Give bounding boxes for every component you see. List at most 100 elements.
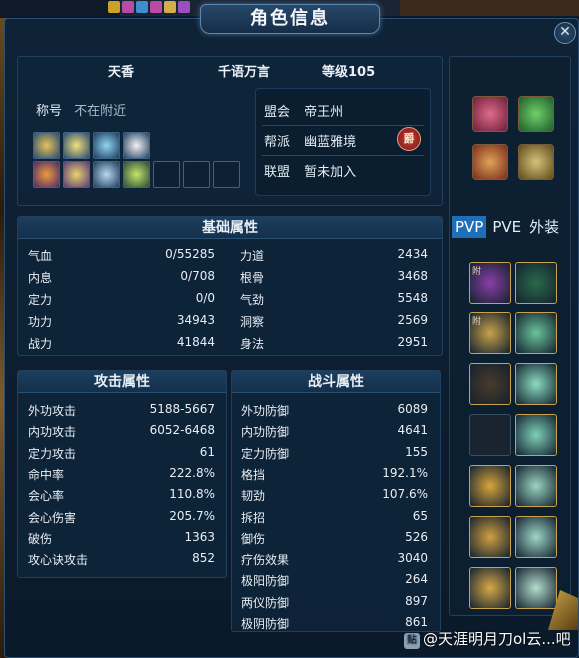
stat-label: 极阴防御 xyxy=(241,617,290,631)
status-icons xyxy=(108,1,190,13)
window-title: 角色信息 xyxy=(200,4,380,34)
stat-value: 5188-5667 xyxy=(149,402,215,416)
stat-value: 2951 xyxy=(397,335,428,349)
leaf-buff-icon[interactable] xyxy=(123,161,150,188)
equipment-slot[interactable]: 附 xyxy=(469,262,511,304)
book-icon[interactable] xyxy=(472,96,508,132)
equipment-slot[interactable] xyxy=(515,465,557,507)
stat-label: 身法 xyxy=(240,337,265,351)
alliance-row: 盟会 帝王州 xyxy=(264,101,343,120)
equipment-slot[interactable] xyxy=(469,516,511,558)
stat-value: 61 xyxy=(199,444,215,459)
buff-grid xyxy=(33,132,241,188)
stat-label: 功力 xyxy=(28,315,53,329)
stat-value: 0/0 xyxy=(195,291,215,305)
equipment-slot[interactable] xyxy=(469,567,511,609)
combat-attributes-header: 战斗属性 xyxy=(232,371,440,393)
lotus-buff-icon[interactable] xyxy=(63,161,90,188)
star-buff-icon[interactable] xyxy=(63,132,90,159)
stat-value: 2434 xyxy=(397,247,428,261)
stat-value: 155 xyxy=(405,444,428,459)
status-icon xyxy=(122,1,134,13)
stat-label: 韧劲 xyxy=(241,489,266,504)
stat-value: 110.8% xyxy=(169,487,215,502)
equipment-slot[interactable] xyxy=(515,312,557,354)
stat-value: 0/55285 xyxy=(165,247,215,261)
title-value[interactable]: 不在附近 xyxy=(74,104,126,119)
equipment-tabs: PVP PVE 外装 xyxy=(452,216,561,238)
character-title: 千语万言 xyxy=(218,65,271,80)
stat-value: 897 xyxy=(405,593,428,608)
stat-value: 3040 xyxy=(397,551,428,566)
stat-value: 107.6% xyxy=(382,487,428,502)
equipment-slot[interactable] xyxy=(515,516,557,558)
stat-label: 两仪防御 xyxy=(241,595,290,610)
scroll-icon[interactable] xyxy=(518,144,554,180)
orb-buff-icon[interactable] xyxy=(93,161,120,188)
status-icon xyxy=(150,1,162,13)
faction-label: 帮派 xyxy=(264,135,291,150)
divider xyxy=(262,155,424,156)
watermark: 贴 @天涯明月刀ol云...吧 xyxy=(404,628,571,649)
equipment-slot[interactable] xyxy=(469,363,511,405)
stat-label: 洞察 xyxy=(240,315,265,329)
chakra-buff-icon[interactable] xyxy=(33,132,60,159)
stat-value: 5548 xyxy=(397,291,428,305)
basic-attributes-header: 基础属性 xyxy=(18,217,442,239)
stat-label: 极阳防御 xyxy=(241,574,290,589)
snowflake-buff-icon[interactable] xyxy=(93,132,120,159)
empty-buff-slot xyxy=(183,161,210,188)
stat-label: 外功防御 xyxy=(241,404,290,418)
faction-badge-icon[interactable]: 爵 xyxy=(397,127,421,151)
stat-value: 3468 xyxy=(397,269,428,283)
watermark-text: @天涯明月刀ol云...吧 xyxy=(423,630,571,648)
sword-buff-icon[interactable] xyxy=(123,132,150,159)
empty-buff-slot xyxy=(213,161,240,188)
faction-value[interactable]: 幽蓝雅境 xyxy=(304,135,356,150)
tab-pvp[interactable]: PVP xyxy=(452,216,487,238)
stat-label: 力道 xyxy=(240,249,265,263)
equipment-slot[interactable]: 附 xyxy=(469,312,511,354)
stat-label: 定力 xyxy=(28,293,53,307)
title-row: 称号 不在附近 xyxy=(36,100,126,119)
stat-label: 气劲 xyxy=(240,293,265,307)
stat-value: 1363 xyxy=(184,529,215,544)
stat-label: 根骨 xyxy=(240,271,265,285)
league-row: 联盟 暂未加入 xyxy=(264,161,356,180)
stat-value: 852 xyxy=(192,551,215,566)
enchant-mark: 附 xyxy=(472,317,482,327)
character-name: 天香 xyxy=(108,65,135,80)
equipment-slot[interactable] xyxy=(515,363,557,405)
tieba-icon: 贴 xyxy=(404,633,420,649)
stat-value: 4641 xyxy=(397,423,428,438)
stat-label: 拆招 xyxy=(241,510,266,525)
stat-value: 34943 xyxy=(176,313,215,327)
flame-buff-icon[interactable] xyxy=(33,161,60,188)
equipment-slot[interactable] xyxy=(515,262,557,304)
green-book-icon[interactable] xyxy=(518,96,554,132)
equipment-slot[interactable] xyxy=(515,414,557,456)
close-button[interactable]: ✕ xyxy=(554,22,576,44)
status-icon xyxy=(178,1,190,13)
stat-value: 205.7% xyxy=(169,508,215,523)
tab-pve[interactable]: PVE xyxy=(490,216,523,238)
guild-box: 盟会 帝王州 帮派 幽蓝雅境 爵 联盟 暂未加入 xyxy=(255,88,431,196)
stat-value: 65 xyxy=(412,508,428,523)
stat-value: 6052-6468 xyxy=(149,423,215,438)
stat-label: 会心率 xyxy=(28,489,65,504)
equipment-slot[interactable] xyxy=(515,567,557,609)
stat-value: 0/708 xyxy=(180,269,215,283)
status-icon xyxy=(108,1,120,13)
chest-icon[interactable] xyxy=(472,144,508,180)
equipment-slot[interactable] xyxy=(469,465,511,507)
alliance-value[interactable]: 帝王州 xyxy=(304,105,343,120)
tab-appearance[interactable]: 外装 xyxy=(527,216,561,238)
stat-value: 264 xyxy=(405,572,428,587)
stat-value: 2569 xyxy=(397,313,428,327)
mount-slot[interactable] xyxy=(469,414,511,456)
stat-label: 御伤 xyxy=(241,531,266,546)
stat-label: 内功攻击 xyxy=(28,425,77,440)
status-icon xyxy=(136,1,148,13)
stat-label: 破伤 xyxy=(28,531,53,546)
divider xyxy=(262,125,424,126)
